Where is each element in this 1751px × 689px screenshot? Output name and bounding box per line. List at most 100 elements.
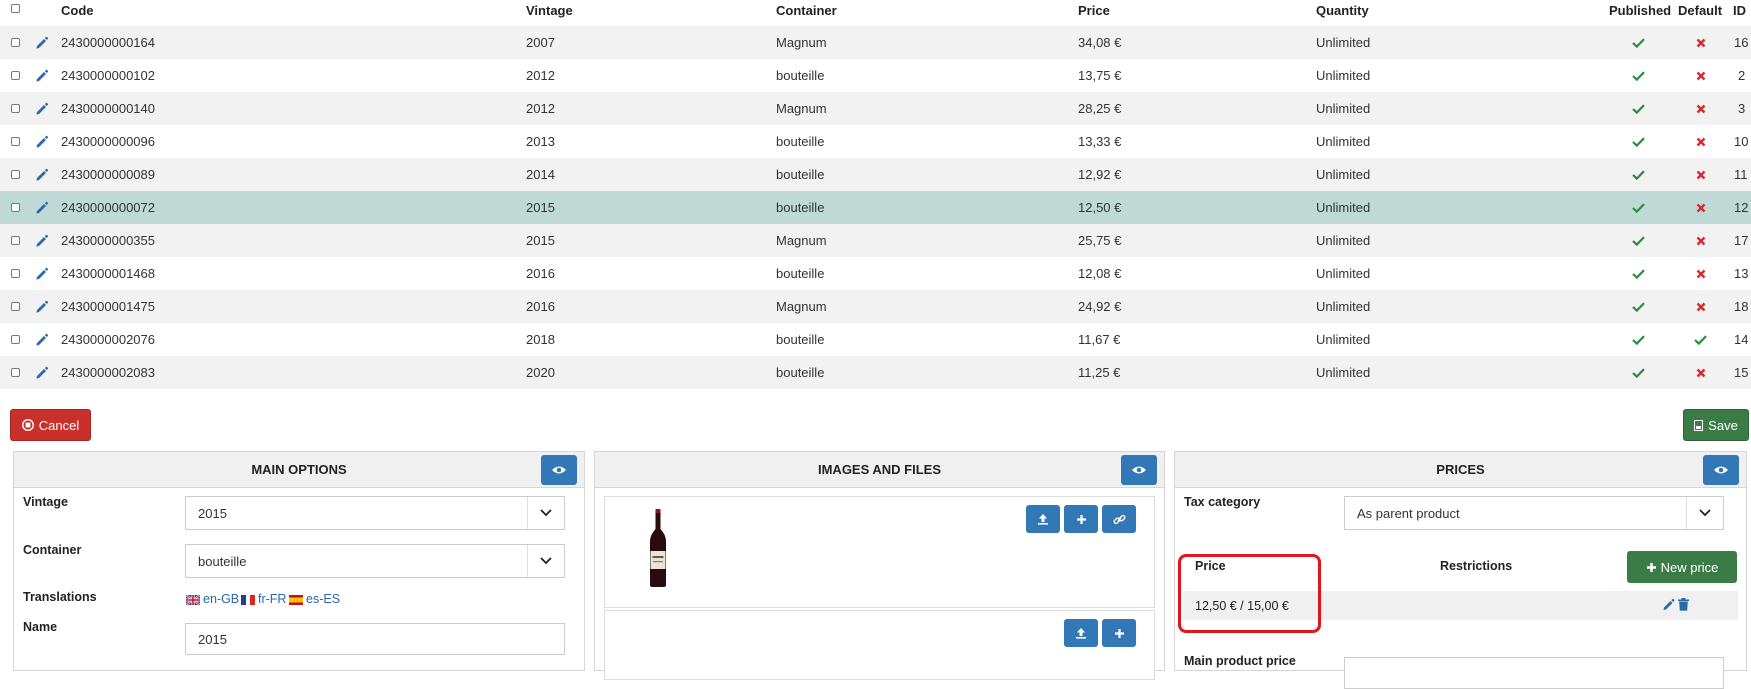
not-default-cross-icon[interactable] [1696, 92, 1706, 125]
table-row[interactable]: 2430000000164 2007 Magnum 34,08 € Unlimited 1… [0, 26, 1751, 59]
add-image-button[interactable] [1064, 505, 1098, 533]
restrictions-column-header: Restrictions [1440, 559, 1513, 573]
published-check-icon[interactable] [1632, 158, 1645, 191]
row-checkbox[interactable] [11, 356, 20, 389]
save-button[interactable]: Save [1683, 409, 1749, 441]
table-row[interactable]: 2430000002083 2020 bouteille 11,25 € Unlimit… [0, 356, 1751, 389]
pencil-icon [35, 168, 49, 182]
new-price-button[interactable]: New price [1627, 551, 1737, 583]
table-row[interactable]: 2430000000102 2012 bouteille 13,75 € Unlimit… [0, 59, 1751, 92]
header-quantity[interactable]: Quantity [1316, 0, 1369, 23]
edit-row-button[interactable] [35, 257, 49, 290]
row-checkbox[interactable] [11, 59, 20, 92]
published-check-icon[interactable] [1632, 59, 1645, 92]
table-row[interactable]: 2430000000072 2015 bouteille 12,50 € Unlimit… [0, 191, 1751, 224]
not-default-cross-icon[interactable] [1696, 59, 1706, 92]
not-default-cross-icon[interactable] [1696, 224, 1706, 257]
edit-row-button[interactable] [35, 92, 49, 125]
upload-image-button[interactable] [1026, 505, 1060, 533]
published-check-icon[interactable] [1632, 191, 1645, 224]
quantity-cell: Unlimited [1316, 266, 1371, 281]
header-container[interactable]: Container [776, 0, 837, 23]
header-published[interactable]: Published [1609, 0, 1671, 23]
published-check-icon[interactable] [1632, 257, 1645, 290]
row-checkbox[interactable] [11, 125, 20, 158]
edit-price-button[interactable] [1662, 598, 1675, 614]
edit-row-button[interactable] [35, 59, 49, 92]
prices-visibility-button[interactable] [1703, 455, 1739, 485]
images-files-title: IMAGES AND FILES [595, 452, 1164, 488]
name-input[interactable]: 2015 [185, 623, 565, 655]
edit-row-button[interactable] [35, 191, 49, 224]
header-default[interactable]: Default [1678, 0, 1722, 23]
wine-bottle-image[interactable] [649, 509, 667, 590]
table-row[interactable]: 2430000000096 2013 bouteille 13,33 € Unlimit… [0, 125, 1751, 158]
header-id[interactable]: ID [1733, 0, 1746, 23]
select-all-checkbox[interactable] [11, 0, 20, 23]
main-options-visibility-button[interactable] [541, 455, 577, 485]
table-row[interactable]: 2430000000140 2012 Magnum 28,25 € Unlimited 3 [0, 92, 1751, 125]
not-default-cross-icon[interactable] [1696, 191, 1706, 224]
table-row[interactable]: 2430000000089 2014 bouteille 12,92 € Unlimit… [0, 158, 1751, 191]
edit-row-button[interactable] [35, 224, 49, 257]
tax-category-select[interactable]: As parent product [1344, 496, 1724, 530]
published-check-icon[interactable] [1632, 224, 1645, 257]
main-options-title: MAIN OPTIONS [14, 452, 584, 488]
header-price[interactable]: Price [1078, 0, 1110, 23]
main-product-price-input[interactable] [1344, 657, 1724, 689]
edit-row-button[interactable] [35, 323, 49, 356]
container-select[interactable]: bouteille [185, 544, 565, 578]
lang-es-es[interactable]: es-ES [289, 592, 340, 606]
pencil-icon [35, 366, 49, 380]
row-checkbox[interactable] [11, 92, 20, 125]
row-checkbox[interactable] [11, 191, 20, 224]
published-check-icon[interactable] [1632, 290, 1645, 323]
row-checkbox[interactable] [11, 257, 20, 290]
not-default-cross-icon[interactable] [1696, 290, 1706, 323]
vintage-cell: 2015 [526, 200, 555, 215]
header-code[interactable]: Code [61, 0, 94, 23]
container-cell: Magnum [776, 101, 827, 116]
upload-file-button[interactable] [1064, 619, 1098, 647]
not-default-cross-icon[interactable] [1696, 257, 1706, 290]
edit-row-button[interactable] [35, 356, 49, 389]
table-row[interactable]: 2430000000355 2015 Magnum 25,75 € Unlimited 1… [0, 224, 1751, 257]
header-vintage[interactable]: Vintage [526, 0, 573, 23]
published-check-icon[interactable] [1632, 26, 1645, 59]
eye-icon [1713, 465, 1729, 475]
delete-price-button[interactable] [1678, 598, 1689, 614]
row-checkbox[interactable] [11, 224, 20, 257]
lang-en-gb[interactable]: en-GB [185, 592, 239, 606]
link-image-button[interactable] [1102, 505, 1136, 533]
edit-row-button[interactable] [35, 26, 49, 59]
file-slot [604, 610, 1155, 680]
published-check-icon[interactable] [1632, 92, 1645, 125]
vintage-select[interactable]: 2015 [185, 496, 565, 530]
id-cell: 16 [1734, 35, 1749, 50]
row-checkbox[interactable] [11, 158, 20, 191]
images-visibility-button[interactable] [1121, 455, 1157, 485]
published-check-icon[interactable] [1632, 356, 1645, 389]
row-checkbox[interactable] [11, 290, 20, 323]
not-default-cross-icon[interactable] [1696, 158, 1706, 191]
row-checkbox[interactable] [11, 26, 20, 59]
add-file-button[interactable] [1102, 619, 1136, 647]
edit-row-button[interactable] [35, 158, 49, 191]
images-files-panel: IMAGES AND FILES [594, 451, 1165, 680]
table-header: Code Vintage Container Price Quantity Pu… [0, 0, 1751, 20]
table-row[interactable]: 2430000001475 2016 Magnum 24,92 € Unlimited 1… [0, 290, 1751, 323]
row-checkbox[interactable] [11, 323, 20, 356]
default-check-icon[interactable] [1694, 323, 1707, 356]
not-default-cross-icon[interactable] [1696, 356, 1706, 389]
published-check-icon[interactable] [1632, 125, 1645, 158]
prices-title: PRICES [1175, 452, 1746, 488]
published-check-icon[interactable] [1632, 323, 1645, 356]
edit-row-button[interactable] [35, 290, 49, 323]
edit-row-button[interactable] [35, 125, 49, 158]
not-default-cross-icon[interactable] [1696, 26, 1706, 59]
cancel-button[interactable]: Cancel [10, 409, 91, 441]
lang-fr-fr[interactable]: fr-FR [241, 592, 286, 606]
table-row[interactable]: 2430000001468 2016 bouteille 12,08 € Unlimit… [0, 257, 1751, 290]
not-default-cross-icon[interactable] [1696, 125, 1706, 158]
table-row[interactable]: 2430000002076 2018 bouteille 11,67 € Unlimit… [0, 323, 1751, 356]
